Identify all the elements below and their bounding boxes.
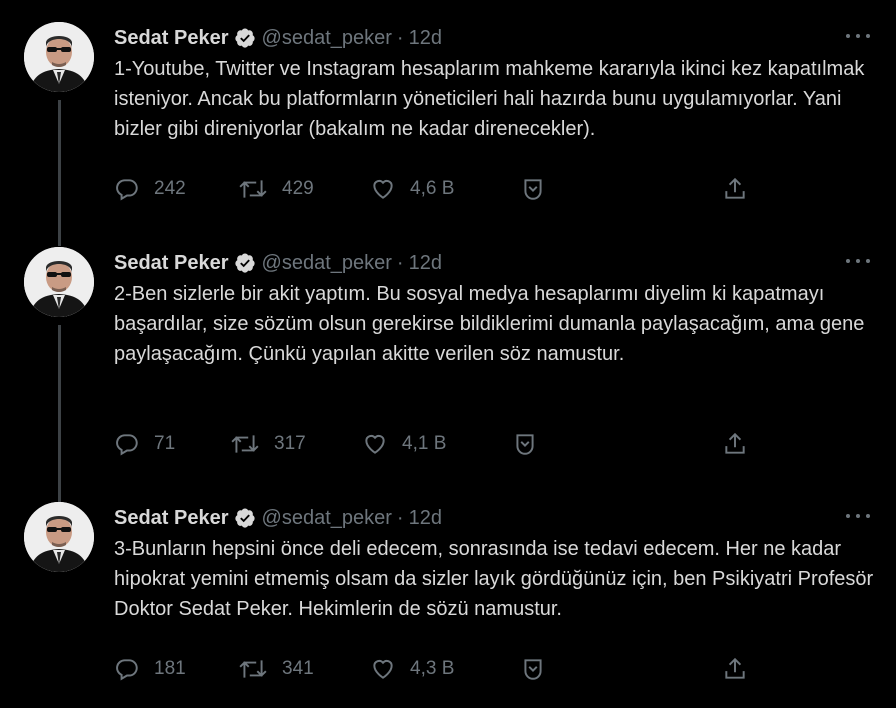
bookmark-icon bbox=[520, 176, 546, 202]
share-button[interactable] bbox=[722, 654, 748, 684]
verified-badge-icon bbox=[234, 507, 256, 529]
retweet-icon bbox=[238, 656, 268, 682]
like-button[interactable]: 4,6 B bbox=[370, 174, 454, 204]
retweet-count: 317 bbox=[274, 433, 306, 454]
retweet-icon bbox=[238, 176, 268, 202]
more-dots-icon[interactable] bbox=[846, 508, 870, 524]
like-button[interactable]: 4,3 B bbox=[370, 654, 454, 684]
verified-badge-icon bbox=[234, 252, 256, 274]
share-icon bbox=[722, 431, 748, 457]
tweet-actions: 71 317 4,1 B bbox=[114, 429, 764, 459]
bookmark-icon bbox=[520, 656, 546, 682]
separator: · bbox=[396, 251, 404, 274]
tweet[interactable]: Sedat Peker @sedat_peker · 12d 2-Ben siz… bbox=[0, 247, 896, 477]
tweet-header: Sedat Peker @sedat_peker · 12d bbox=[114, 26, 442, 50]
tweet-header: Sedat Peker @sedat_peker · 12d bbox=[114, 506, 442, 530]
avatar[interactable] bbox=[24, 502, 94, 572]
bookmark-button[interactable] bbox=[512, 429, 538, 459]
retweet-button[interactable]: 317 bbox=[230, 429, 306, 459]
reply-button[interactable]: 242 bbox=[114, 174, 186, 204]
author-name[interactable]: Sedat Peker bbox=[114, 507, 229, 530]
reply-icon bbox=[114, 431, 140, 457]
like-icon bbox=[370, 176, 396, 202]
timestamp[interactable]: 12d bbox=[409, 252, 442, 275]
verified-badge-icon bbox=[234, 27, 256, 49]
reply-icon bbox=[114, 656, 140, 682]
reply-icon bbox=[114, 176, 140, 202]
retweet-button[interactable]: 341 bbox=[238, 654, 314, 684]
like-count: 4,6 B bbox=[410, 178, 455, 199]
reply-button[interactable]: 181 bbox=[114, 654, 186, 684]
like-count: 4,3 B bbox=[410, 658, 455, 679]
share-icon bbox=[722, 656, 748, 682]
share-button[interactable] bbox=[722, 174, 748, 204]
retweet-count: 429 bbox=[282, 178, 314, 199]
author-handle[interactable]: @sedat_peker bbox=[262, 27, 392, 50]
avatar[interactable] bbox=[24, 247, 94, 317]
reply-count: 71 bbox=[154, 433, 176, 454]
like-icon bbox=[362, 431, 388, 457]
bookmark-button[interactable] bbox=[520, 174, 546, 204]
author-handle[interactable]: @sedat_peker bbox=[262, 252, 392, 275]
tweet-header: Sedat Peker @sedat_peker · 12d bbox=[114, 251, 442, 275]
reply-count: 181 bbox=[154, 658, 186, 679]
tweet[interactable]: Sedat Peker @sedat_peker · 12d 1-Youtube… bbox=[0, 22, 896, 222]
separator: · bbox=[396, 506, 404, 529]
tweet-actions: 181 341 4,3 B bbox=[114, 654, 764, 684]
tweet[interactable]: Sedat Peker @sedat_peker · 12d 3-Bunları… bbox=[0, 502, 896, 702]
more-dots-icon[interactable] bbox=[846, 253, 870, 269]
reply-count: 242 bbox=[154, 178, 186, 199]
more-dots-icon[interactable] bbox=[846, 28, 870, 44]
like-button[interactable]: 4,1 B bbox=[362, 429, 446, 459]
tweet-text: 2-Ben sizlerle bir akit yaptım. Bu sosya… bbox=[114, 283, 865, 365]
retweet-count: 341 bbox=[282, 658, 314, 679]
like-icon bbox=[370, 656, 396, 682]
avatar[interactable] bbox=[24, 22, 94, 92]
author-name[interactable]: Sedat Peker bbox=[114, 27, 229, 50]
retweet-icon bbox=[230, 431, 260, 457]
bookmark-icon bbox=[512, 431, 538, 457]
bookmark-button[interactable] bbox=[520, 654, 546, 684]
tweet-actions: 242 429 4,6 B bbox=[114, 174, 764, 204]
share-icon bbox=[722, 176, 748, 202]
tweet-text: 3-Bunların hepsini önce deli edecem, son… bbox=[114, 538, 874, 620]
author-handle[interactable]: @sedat_peker bbox=[262, 507, 392, 530]
retweet-button[interactable]: 429 bbox=[238, 174, 314, 204]
timestamp[interactable]: 12d bbox=[409, 507, 442, 530]
like-count: 4,1 B bbox=[402, 433, 447, 454]
reply-button[interactable]: 71 bbox=[114, 429, 175, 459]
timestamp[interactable]: 12d bbox=[409, 27, 442, 50]
separator: · bbox=[396, 26, 404, 49]
share-button[interactable] bbox=[722, 429, 748, 459]
author-name[interactable]: Sedat Peker bbox=[114, 252, 229, 275]
tweet-text: 1-Youtube, Twitter ve Instagram hesaplar… bbox=[114, 58, 865, 140]
